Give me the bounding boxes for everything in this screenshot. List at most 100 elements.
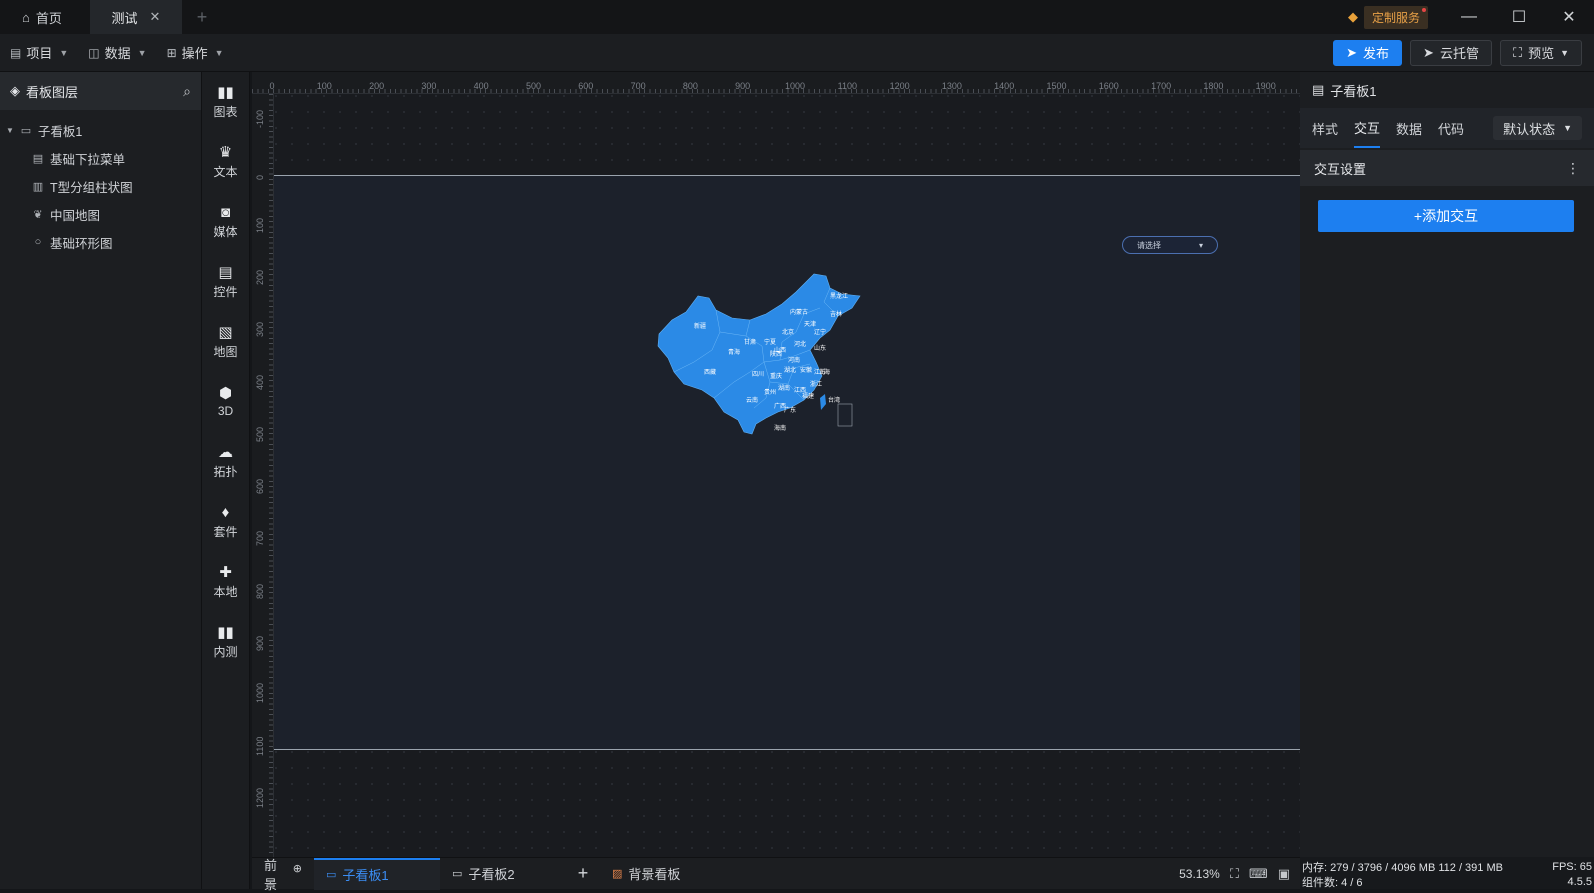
tab-style[interactable]: 样式 (1312, 108, 1338, 148)
tab-home[interactable]: ⌂ 首页 (0, 0, 90, 34)
tab-interaction[interactable]: 交互 (1354, 108, 1381, 148)
ruler-tick: 900 (735, 81, 751, 91)
map-province-label: 北京 (782, 328, 794, 336)
rail-text[interactable]: ♛ 文本 (202, 132, 249, 192)
layer-item-china-map[interactable]: ❦ 中国地图 (0, 200, 201, 228)
ruler-tick: 700 (255, 531, 265, 547)
tab-code[interactable]: 代码 (1438, 108, 1464, 148)
layer-item-label: T型分组柱状图 (50, 180, 133, 195)
ruler-tick: 600 (578, 81, 594, 91)
board-tab-1[interactable]: ▭ 子看板1 (314, 857, 440, 890)
more-vertical-icon[interactable]: ⋮ (1566, 160, 1580, 177)
menu-operation[interactable]: ⊞ 操作 ▼ (157, 43, 234, 62)
rail-label: 3D (217, 404, 234, 418)
ruler-tick: 300 (421, 81, 437, 91)
grid-icon: ⊞ (166, 45, 177, 60)
add-interaction-button[interactable]: +添加交互 (1318, 200, 1574, 232)
send-icon: ➤ (1346, 44, 1358, 60)
ruler-tick: 1000 (255, 683, 265, 704)
state-select-value: 默认状态 (1503, 121, 1556, 137)
menu-project-label: 项目 (26, 46, 53, 61)
rail-local[interactable]: ✚ 本地 (202, 552, 249, 612)
ruler-top[interactable]: 0 100 200 300 400 500 600 700 800 900 1000 1100 1200… (252, 72, 1300, 94)
foreground-tab[interactable]: 前景 ⊕ (252, 858, 314, 892)
rail-chart[interactable]: ▮▮ 图表 (202, 72, 249, 132)
tab-data[interactable]: 数据 (1396, 108, 1422, 148)
rail-label: 控件 (213, 284, 238, 299)
cloud-hosting-label: 云托管 (1439, 46, 1479, 61)
board-tab-2[interactable]: ▭ 子看板2 (440, 858, 566, 890)
version-label: 4.5.5 (1567, 875, 1592, 888)
properties-tabs: 样式 交互 数据 代码 默认状态 ▼ (1300, 108, 1594, 148)
layer-panel: ◈ 看板图层 ⌕ ▼ ▭ 子看板1 ▤ 基础下拉菜单 ▥ T型分组柱状图 ❦ 中… (0, 72, 202, 889)
ruler-tick: 0 (255, 175, 265, 181)
chevron-down-icon: ▼ (137, 47, 147, 58)
monitor-icon: ▭ (326, 869, 337, 881)
close-icon[interactable]: ✕ (150, 9, 161, 25)
terminal-icon[interactable]: ▣ (1278, 866, 1290, 882)
search-icon[interactable]: ⌕ (183, 83, 191, 100)
text-icon: ♛ (218, 143, 233, 161)
rail-beta[interactable]: ▮▮ 内测 (202, 612, 249, 672)
rail-media[interactable]: ◙ 媒体 (202, 192, 249, 252)
chevron-down-icon: ▼ (214, 47, 224, 58)
ruler-left[interactable]: -100 0 100 200 300 400 500 600 700 800 900 1000 1100… (252, 94, 274, 857)
map-province-label: 河北 (794, 340, 806, 348)
minimize-button[interactable]: — (1444, 0, 1494, 34)
cloud-hosting-button[interactable]: ➤ 云托管 (1410, 39, 1492, 66)
rail-control[interactable]: ▤ 控件 (202, 252, 249, 312)
state-select[interactable]: 默认状态 ▼ (1493, 116, 1582, 140)
ruler-tick: 300 (255, 322, 265, 338)
caret-down-icon[interactable]: ▼ (6, 126, 14, 135)
layer-item-bar-chart[interactable]: ▥ T型分组柱状图 (0, 172, 201, 200)
custom-service-button[interactable]: ◆ 定制服务 (1347, 5, 1428, 29)
map-province-label: 浙江 (810, 380, 822, 388)
layer-item-dropdown[interactable]: ▤ 基础下拉菜单 (0, 144, 201, 172)
beta-chart-icon: ▮▮ (217, 623, 234, 641)
new-tab-button[interactable]: + (182, 0, 222, 34)
ruler-tick: 800 (682, 81, 698, 91)
tab-test[interactable]: 测试 ✕ (90, 0, 182, 34)
design-canvas[interactable]: 0 100 200 300 400 500 600 700 800 900 1000 1100 1200… (252, 72, 1300, 857)
close-window-button[interactable]: ✕ (1544, 0, 1594, 34)
rail-map[interactable]: ▧ 地图 (202, 312, 249, 372)
menu-data[interactable]: ◫ 数据 ▼ (78, 43, 156, 62)
layer-item-root[interactable]: ▼ ▭ 子看板1 (0, 116, 201, 144)
preview-label: 预览 (1528, 46, 1555, 61)
preview-button[interactable]: ⛶ 预览 ▼ (1499, 39, 1582, 66)
publish-button[interactable]: ➤ 发布 (1333, 39, 1403, 66)
menu-operation-label: 操作 (181, 46, 208, 61)
diamond-icon: ◆ (1347, 9, 1358, 24)
menu-project[interactable]: ▤ 项目 ▼ (0, 43, 78, 62)
map-province-label: 黑龙江 (830, 292, 848, 300)
keyboard-icon[interactable]: ⌨ (1249, 866, 1268, 882)
maximize-button[interactable]: ☐ (1494, 0, 1544, 34)
rail-topology[interactable]: ☁ 拓扑 (202, 432, 249, 492)
ruler-tick: 1100 (255, 736, 265, 756)
fit-screen-icon[interactable]: ⛶ (1230, 866, 1239, 882)
dropdown-placeholder: 请选择 (1137, 240, 1161, 250)
add-circle-icon[interactable]: ⊕ (293, 862, 302, 875)
layer-item-ring-chart[interactable]: ○ 基础环形图 (0, 228, 201, 256)
memory-status: 内存: 279 / 3796 / 4096 MB 112 / 391 MB (1302, 861, 1503, 874)
status-bar: 内存: 279 / 3796 / 4096 MB 112 / 391 MB FP… (1300, 857, 1594, 889)
map-labels: 新疆西藏青海甘肃内蒙古黑龙江吉林辽宁河北北京天津山西陕西宁夏河南山东四川 重庆湖北… (694, 292, 848, 432)
zoom-level[interactable]: 53.13% (1179, 867, 1220, 881)
map-icon: ▧ (218, 323, 233, 341)
layer-root-label: 子看板1 (37, 124, 83, 139)
artboard[interactable]: 请选择 ▾ 新疆 西藏 青海 甘肃 内蒙古 黑龙江 吉林 辽宁 河北 北京 天津 山西 陕西 宁夏 河南 山东… (274, 175, 1300, 750)
map-province-label: 河南 (788, 356, 800, 364)
main-toolbar: ▤ 项目 ▼ ◫ 数据 ▼ ⊞ 操作 ▼ ➤ 发布 ➤ 云托管 ⛶ 预览 ▼ (0, 34, 1594, 72)
map-province-label: 上海 (818, 368, 830, 376)
interaction-settings-header: 交互设置 ⋮ (1300, 150, 1594, 186)
add-board-button[interactable]: + (566, 863, 600, 884)
dropdown-widget[interactable]: 请选择 ▾ (1122, 236, 1218, 254)
background-board-tab[interactable]: ▨ 背景看板 (600, 858, 692, 890)
ruler-tick: 1900 (1255, 81, 1276, 91)
chevron-down-icon: ▼ (59, 47, 69, 58)
map-province-label: 新疆 (694, 322, 706, 330)
map-province-label: 西藏 (704, 368, 716, 376)
rail-3d[interactable]: ⬢ 3D (202, 372, 249, 432)
rail-kit[interactable]: ♦ 套件 (202, 492, 249, 552)
ruler-tick: 800 (255, 583, 265, 599)
